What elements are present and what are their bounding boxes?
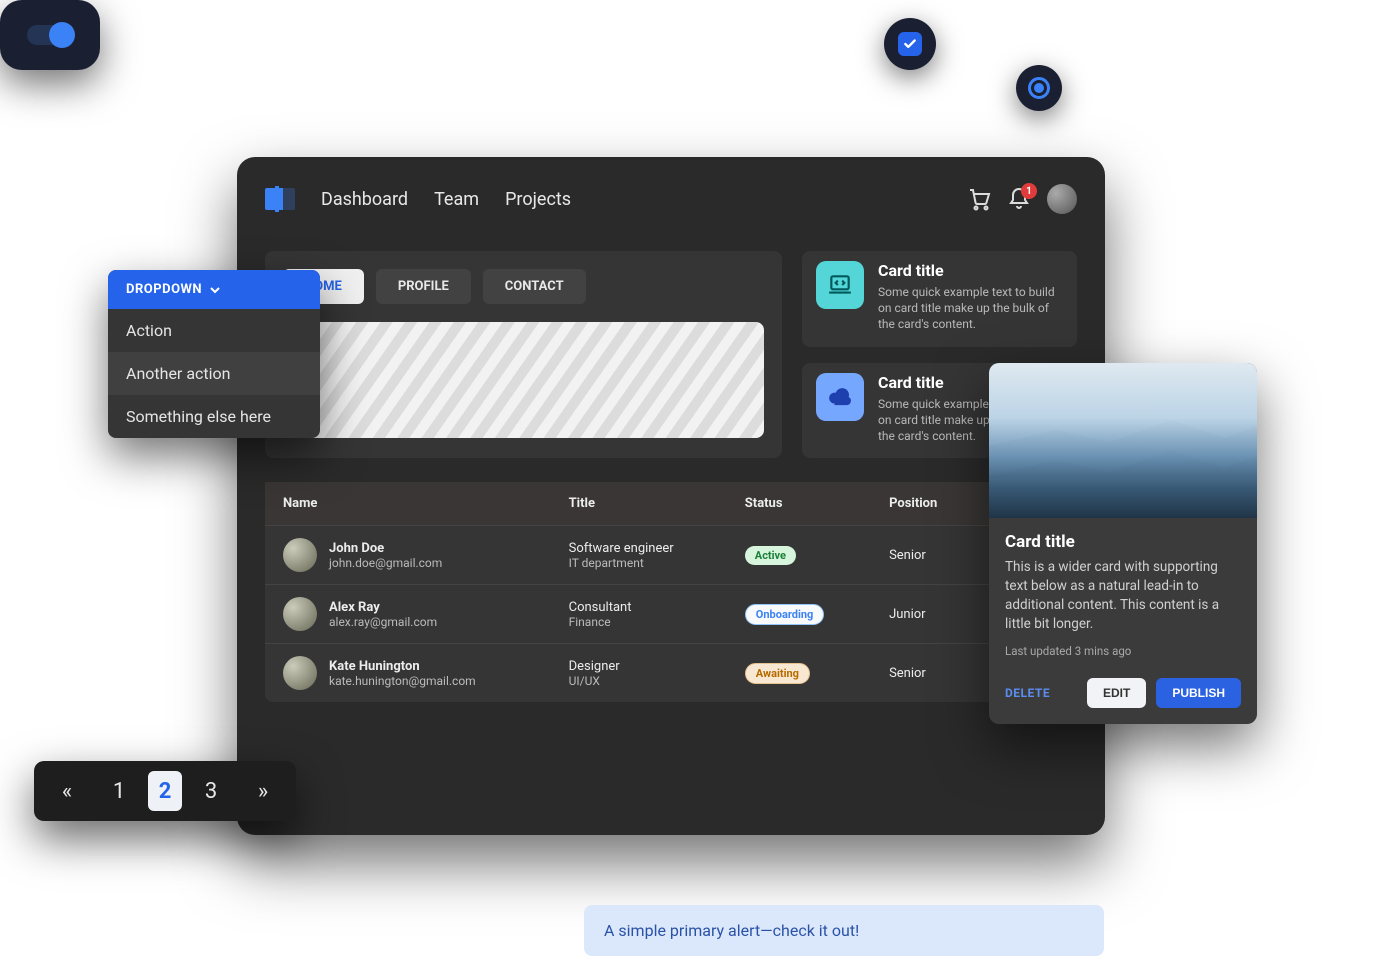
dropdown-label: DROPDOWN — [126, 282, 202, 297]
dropdown-menu: DROPDOWN ActionAnother actionSomething e… — [108, 270, 320, 438]
cloud-icon — [816, 373, 864, 421]
row-email: alex.ray@gmail.com — [329, 615, 437, 629]
card-body: Some quick example text to build on card… — [878, 284, 1063, 333]
card-title: Card title — [878, 261, 1063, 280]
edit-button[interactable]: EDIT — [1087, 678, 1146, 708]
status-badge: Awaiting — [745, 663, 810, 684]
table-header: Name — [265, 482, 551, 526]
dropdown-item[interactable]: Something else here — [108, 395, 320, 438]
table-row: Kate Huningtonkate.hunington@gmail.com De… — [265, 644, 1077, 703]
tab-contact[interactable]: CONTACT — [483, 269, 586, 304]
card-image — [989, 363, 1257, 518]
info-card: Card title Some quick example text to bu… — [802, 251, 1077, 347]
notification-count: 1 — [1021, 183, 1037, 199]
checkbox-badge[interactable] — [884, 18, 936, 70]
nav-link-team[interactable]: Team — [434, 189, 479, 210]
row-avatar — [283, 656, 317, 690]
row-title: Consultant — [569, 600, 709, 615]
row-title: Designer — [569, 659, 709, 674]
publish-button[interactable]: PUBLISH — [1156, 678, 1241, 708]
tabs-panel: HOME PROFILE CONTACT — [265, 251, 782, 458]
row-title: Software engineer — [569, 541, 709, 556]
overlay-body: This is a wider card with supporting tex… — [1005, 558, 1241, 634]
pagination: « 123 » — [34, 761, 296, 821]
page-next[interactable]: » — [246, 771, 280, 811]
cart-icon[interactable] — [967, 187, 991, 211]
row-avatar — [283, 597, 317, 631]
row-dept: IT department — [569, 556, 709, 570]
row-email: kate.hunington@gmail.com — [329, 674, 476, 688]
row-position: Junior — [871, 585, 976, 644]
hero-image — [283, 322, 764, 438]
row-name: John Doe — [329, 541, 442, 556]
table-row: John Doejohn.doe@gmail.com Software engin… — [265, 526, 1077, 585]
radio-badge[interactable] — [1016, 65, 1062, 111]
laptop-code-icon — [816, 261, 864, 309]
page-number[interactable]: 1 — [102, 771, 136, 811]
row-dept: Finance — [569, 615, 709, 629]
delete-button[interactable]: DELETE — [1005, 686, 1050, 700]
avatar[interactable] — [1047, 184, 1077, 214]
app-window: Dashboard Team Projects 1 HOME PROFILE C… — [237, 157, 1105, 835]
row-dept: UI/UX — [569, 674, 709, 688]
page-prev[interactable]: « — [50, 771, 84, 811]
row-name: Kate Hunington — [329, 659, 476, 674]
tab-profile[interactable]: PROFILE — [376, 269, 471, 304]
table-header: Status — [727, 482, 871, 526]
table-header: Position — [871, 482, 976, 526]
dropdown-item[interactable]: Action — [108, 309, 320, 352]
status-badge: Active — [745, 546, 796, 565]
table-header: Title — [551, 482, 727, 526]
page-number[interactable]: 2 — [148, 771, 182, 811]
caret-down-icon — [210, 285, 220, 295]
toggle-badge[interactable] — [0, 0, 100, 70]
row-position: Senior — [871, 644, 976, 703]
page-number[interactable]: 3 — [194, 771, 228, 811]
overlay-meta: Last updated 3 mins ago — [1005, 644, 1241, 658]
overlay-title: Card title — [1005, 532, 1241, 552]
nav-link-dashboard[interactable]: Dashboard — [321, 189, 408, 210]
navbar: Dashboard Team Projects 1 — [265, 177, 1077, 221]
primary-alert: A simple primary alert—check it out! — [584, 905, 1104, 956]
nav-link-projects[interactable]: Projects — [505, 189, 571, 210]
overlay-card: Card title This is a wider card with sup… — [989, 363, 1257, 724]
logo-icon — [265, 188, 295, 210]
row-name: Alex Ray — [329, 600, 437, 615]
bell-icon[interactable]: 1 — [1007, 187, 1031, 211]
users-table: NameTitleStatusPositionActions John Doej… — [265, 482, 1077, 702]
row-position: Senior — [871, 526, 976, 585]
row-email: john.doe@gmail.com — [329, 556, 442, 570]
table-row: Alex Rayalex.ray@gmail.com ConsultantFina… — [265, 585, 1077, 644]
dropdown-item[interactable]: Another action — [108, 352, 320, 395]
status-badge: Onboarding — [745, 604, 825, 625]
dropdown-toggle[interactable]: DROPDOWN — [108, 270, 320, 309]
row-avatar — [283, 538, 317, 572]
